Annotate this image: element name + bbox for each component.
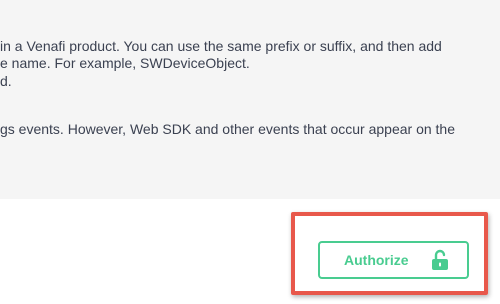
unlocked-padlock-icon <box>432 249 448 270</box>
swagger-page: in a Venafi product. You can use the sam… <box>0 0 500 304</box>
authorize-button[interactable]: Authorize <box>318 241 469 279</box>
description-line: in a Venafi product. You can use the sam… <box>0 38 442 54</box>
authorize-button-label: Authorize <box>344 252 409 268</box>
description-panel: in a Venafi product. You can use the sam… <box>0 0 500 199</box>
description-line: e name. For example, SWDeviceObject. <box>0 55 250 71</box>
description-line: d. <box>0 73 12 89</box>
description-line: gs events. However, Web SDK and other ev… <box>0 121 456 137</box>
